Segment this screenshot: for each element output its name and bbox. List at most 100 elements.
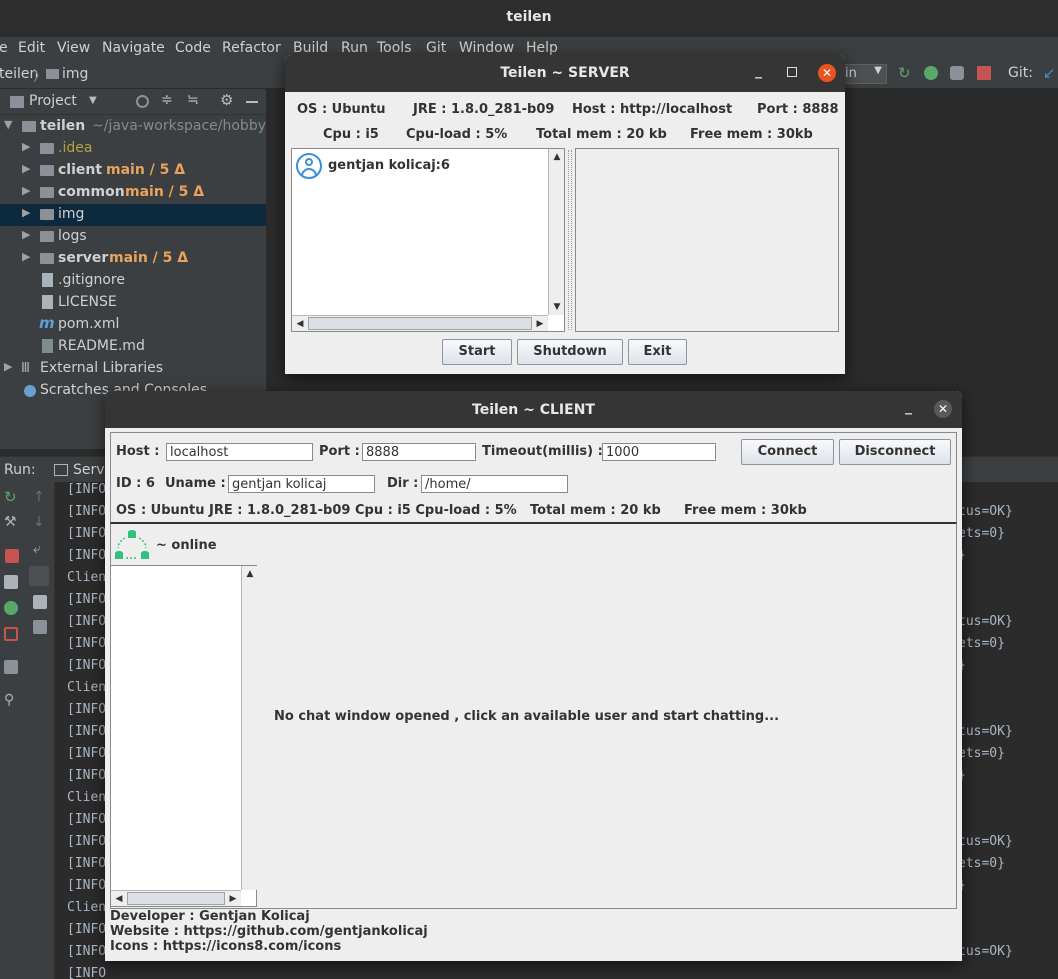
chevron-right-icon[interactable]: ▶ — [22, 228, 30, 241]
tree-item-external-libraries[interactable]: ▶ Ⅲ External Libraries — [0, 358, 266, 380]
menu-tools[interactable]: Tools — [377, 40, 412, 56]
connect-button[interactable]: Connect — [741, 439, 834, 465]
run-tab-server[interactable]: Serv — [73, 462, 105, 478]
scroll-up-icon[interactable]: ▲ — [549, 149, 565, 165]
expand-all-icon[interactable]: ≑ — [161, 92, 173, 108]
trash-icon[interactable] — [33, 620, 47, 634]
arrow-up-icon[interactable]: ↑ — [33, 490, 47, 504]
tree-item-gitignore[interactable]: .gitignore — [0, 270, 266, 292]
online-user-list[interactable]: ▲ ◀ ▶ — [110, 565, 257, 907]
layout-icon[interactable] — [4, 660, 18, 674]
menu-git[interactable]: Git — [426, 40, 446, 56]
minimize-icon[interactable]: _ — [905, 399, 912, 415]
tree-item-logs[interactable]: ▶ logs — [0, 226, 266, 248]
scroll-right-icon[interactable]: ▶ — [532, 316, 548, 332]
close-icon[interactable]: ✕ — [934, 400, 952, 418]
chevron-right-icon[interactable]: ▶ — [22, 162, 30, 175]
tree-item-client[interactable]: ▶ client main / 5 Δ — [0, 160, 266, 182]
chevron-down-icon[interactable]: ▼ — [89, 95, 97, 106]
tree-item-root[interactable]: ▼ teilen ~/java-workspace/hobby — [0, 116, 266, 138]
scroll-left-icon[interactable]: ◀ — [111, 891, 127, 907]
tree-label-license: LICENSE — [58, 294, 117, 310]
soft-wrap-icon[interactable]: ⤶ — [33, 542, 47, 556]
hide-panel-icon[interactable] — [246, 101, 258, 103]
tree-item-license[interactable]: LICENSE — [0, 292, 266, 314]
project-panel-title[interactable]: Project — [29, 93, 77, 109]
vertical-scrollbar[interactable]: ▲ ▼ — [548, 149, 564, 315]
coverage-icon[interactable] — [950, 66, 964, 80]
stop-icon[interactable] — [5, 549, 19, 563]
server-title-bar[interactable]: Teilen ~ SERVER _ ✕ — [285, 55, 845, 92]
menu-run[interactable]: Run — [341, 40, 368, 56]
menu-view[interactable]: View — [57, 40, 90, 56]
tree-item-pom[interactable]: m pom.xml — [0, 314, 266, 336]
maximize-icon[interactable] — [787, 67, 797, 77]
git-update-icon[interactable]: ↙ — [1043, 66, 1057, 81]
scroll-right-icon[interactable]: ▶ — [225, 891, 241, 907]
split-divider[interactable] — [568, 150, 572, 330]
locate-icon[interactable] — [136, 95, 149, 108]
uname-input[interactable] — [228, 475, 375, 493]
start-button[interactable]: Start — [442, 339, 512, 365]
host-input[interactable] — [166, 443, 313, 461]
debug-icon[interactable] — [4, 601, 18, 615]
chevron-right-icon[interactable]: ▶ — [22, 206, 30, 219]
exit-button[interactable]: Exit — [628, 339, 687, 365]
menu-code[interactable]: Code — [175, 40, 211, 56]
rerun-icon[interactable]: ↻ — [4, 490, 18, 505]
chevron-right-icon[interactable]: ▶ — [4, 360, 12, 373]
uname-label: Uname : — [165, 476, 226, 491]
menu-window[interactable]: Window — [459, 40, 514, 56]
scroll-left-icon[interactable]: ◀ — [292, 316, 308, 332]
vertical-scrollbar[interactable]: ▲ — [241, 566, 257, 890]
scroll-thumb[interactable] — [127, 892, 225, 905]
tree-item-server[interactable]: ▶ server main / 5 Δ — [0, 248, 266, 270]
scroll-down-icon[interactable]: ▼ — [549, 299, 565, 315]
disconnect-button[interactable]: Disconnect — [839, 439, 951, 465]
pin-icon[interactable]: ⚲ — [4, 693, 18, 707]
menu-refactor[interactable]: Refactor — [222, 40, 281, 56]
camera-icon[interactable] — [4, 575, 18, 589]
print-icon[interactable] — [33, 595, 47, 609]
dir-input[interactable] — [421, 475, 568, 493]
collapse-all-icon[interactable]: ≒ — [187, 92, 199, 108]
close-icon[interactable]: ✕ — [818, 64, 836, 82]
server-jre-label: JRE : 1.8.0_281-b09 — [413, 102, 555, 117]
menu-edit[interactable]: Edit — [18, 40, 45, 56]
menu-file[interactable]: e — [0, 40, 8, 56]
minimize-icon[interactable]: _ — [755, 63, 762, 79]
list-item[interactable]: gentjan kolicaj:6 — [294, 152, 544, 180]
timeout-input[interactable] — [602, 443, 716, 461]
wrench-icon[interactable]: ⚒ — [4, 515, 18, 529]
arrow-down-icon[interactable]: ↓ — [33, 515, 47, 529]
chevron-right-icon[interactable]: ▶ — [22, 250, 30, 263]
scroll-thumb[interactable] — [308, 317, 532, 330]
horizontal-scrollbar[interactable]: ◀ ▶ — [292, 315, 548, 331]
chevron-right-icon[interactable]: ▶ — [22, 184, 30, 197]
menu-navigate[interactable]: Navigate — [102, 40, 165, 56]
tree-item-common[interactable]: ▶ common main / 5 Δ — [0, 182, 266, 204]
rerun-icon[interactable]: ↻ — [898, 66, 912, 81]
client-title-bar[interactable]: Teilen ~ CLIENT _ ✕ — [105, 391, 962, 428]
console-line: [INFO — [67, 614, 107, 629]
server-user-list[interactable]: gentjan kolicaj:6 ▲ ▼ ◀ ▶ — [291, 148, 565, 332]
shutdown-button[interactable]: Shutdown — [517, 339, 623, 365]
gear-icon[interactable]: ⚙ — [220, 91, 233, 109]
tree-item-idea[interactable]: ▶ .idea — [0, 138, 266, 160]
debug-icon[interactable] — [924, 66, 938, 80]
stop-icon[interactable] — [977, 66, 991, 80]
console-line-tail: ets=0} — [958, 746, 1005, 761]
horizontal-scrollbar[interactable]: ◀ ▶ — [111, 890, 241, 906]
menu-help[interactable]: Help — [526, 40, 558, 56]
tree-item-img[interactable]: ▶ img — [0, 204, 266, 226]
console-line: [INFO — [67, 834, 107, 849]
scroll-up-icon[interactable]: ▲ — [242, 566, 258, 582]
scroll-to-end-icon[interactable] — [29, 566, 49, 586]
chevron-down-icon[interactable]: ▼ — [4, 118, 12, 131]
port-input[interactable] — [362, 443, 476, 461]
menu-build[interactable]: Build — [293, 40, 328, 56]
exit-icon[interactable] — [4, 627, 18, 641]
chevron-right-icon[interactable]: ▶ — [22, 140, 30, 153]
tree-item-readme[interactable]: README.md — [0, 336, 266, 358]
breadcrumb-folder[interactable]: img — [62, 66, 88, 82]
